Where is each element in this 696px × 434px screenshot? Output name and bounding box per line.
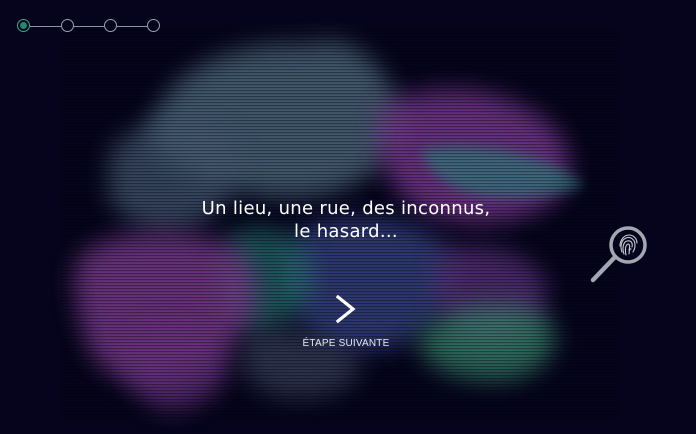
step-1-dot[interactable] xyxy=(17,19,30,32)
progress-stepper xyxy=(16,18,162,34)
headline-line-1: Un lieu, une rue, des inconnus, xyxy=(201,198,491,219)
stepper-connector xyxy=(117,26,147,27)
headline-line-2: le hasard... xyxy=(294,221,398,242)
chevron-right-icon xyxy=(335,294,356,324)
step-4-dot[interactable] xyxy=(147,19,160,32)
step-3-dot[interactable] xyxy=(104,19,117,32)
intro-screen: Un lieu, une rue, des inconnus, le hasar… xyxy=(0,0,696,434)
magnifier-fingerprint-icon[interactable] xyxy=(588,224,652,286)
stepper-connector xyxy=(30,26,61,27)
stepper-connector xyxy=(74,26,104,27)
intro-headline: Un lieu, une rue, des inconnus, le hasar… xyxy=(150,197,542,243)
next-step-button[interactable]: ÉTAPE SUIVANTE xyxy=(286,290,406,354)
step-2-dot[interactable] xyxy=(61,19,74,32)
next-step-label: ÉTAPE SUIVANTE xyxy=(302,338,390,349)
